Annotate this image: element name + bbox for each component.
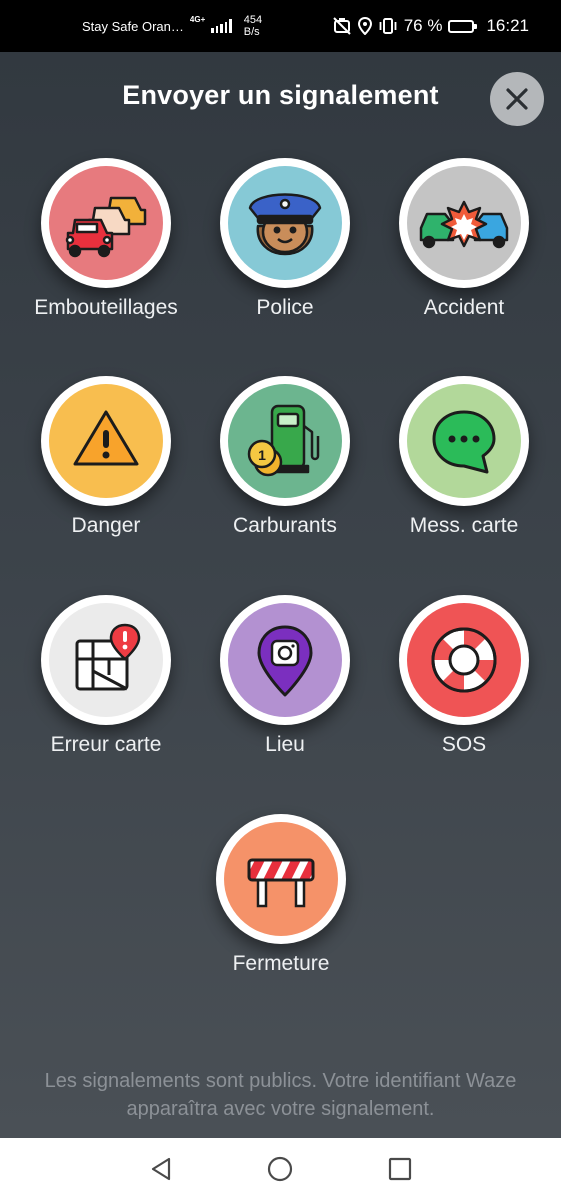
system-nav-bar bbox=[0, 1138, 561, 1200]
hazard-disc bbox=[49, 384, 163, 498]
home-button[interactable] bbox=[265, 1154, 295, 1184]
report-panel: Envoyer un signalement Embouteillages Po… bbox=[0, 52, 561, 1138]
report-hazard[interactable]: Danger bbox=[16, 376, 196, 576]
report-police[interactable]: Police bbox=[195, 158, 375, 358]
status-right: 76 % 16:21 bbox=[332, 16, 529, 36]
map-error-button[interactable] bbox=[41, 595, 171, 725]
report-label-road-closure: Fermeture bbox=[232, 952, 330, 975]
sos-disc bbox=[407, 603, 521, 717]
map-chat-disc bbox=[407, 384, 521, 498]
road-closure-button[interactable] bbox=[216, 814, 346, 944]
fuel-button[interactable]: 1 bbox=[220, 376, 350, 506]
sos-button[interactable] bbox=[399, 595, 529, 725]
battery-percent: 76 % bbox=[403, 16, 443, 35]
police-disc bbox=[228, 166, 342, 280]
police-icon bbox=[248, 193, 322, 256]
fuel-disc: 1 bbox=[228, 384, 342, 498]
place-icon bbox=[257, 625, 313, 697]
status-bar: Stay Safe Oran… 4G+ 454 B/s 76 % 16:21 bbox=[0, 0, 561, 52]
map-chat-icon bbox=[432, 410, 496, 474]
recents-icon bbox=[388, 1157, 412, 1181]
back-icon bbox=[151, 1157, 171, 1181]
report-map-chat[interactable]: Mess. carte bbox=[374, 376, 554, 576]
road-closure-icon bbox=[247, 858, 315, 908]
report-sos[interactable]: SOS bbox=[374, 595, 554, 795]
police-button[interactable] bbox=[220, 158, 350, 288]
network-type: 4G+ bbox=[189, 15, 206, 24]
clock: 16:21 bbox=[486, 16, 529, 35]
status-left: Stay Safe Oran… 4G+ 454 B/s bbox=[82, 14, 262, 38]
close-button[interactable] bbox=[490, 72, 544, 126]
carrier-name: Stay Safe Oran… bbox=[82, 18, 184, 34]
svg-text:1: 1 bbox=[258, 447, 266, 463]
speed-value: 454 bbox=[243, 14, 263, 26]
hazard-button[interactable] bbox=[41, 376, 171, 506]
report-fuel[interactable]: 1 Carburants bbox=[195, 376, 375, 576]
recents-button[interactable] bbox=[385, 1154, 415, 1184]
accident-disc bbox=[407, 166, 521, 280]
road-closure-disc bbox=[224, 822, 338, 936]
report-label-sos: SOS bbox=[441, 733, 487, 756]
vibrate-icon bbox=[379, 18, 397, 34]
home-icon bbox=[267, 1156, 293, 1182]
traffic-jam-button[interactable] bbox=[41, 158, 171, 288]
map-chat-button[interactable] bbox=[399, 376, 529, 506]
fuel-icon: 1 bbox=[247, 404, 320, 477]
accident-button[interactable] bbox=[399, 158, 529, 288]
report-label-accident: Accident bbox=[423, 296, 505, 319]
map-error-disc bbox=[49, 603, 163, 717]
sos-icon bbox=[431, 627, 497, 693]
report-accident[interactable]: Accident bbox=[374, 158, 554, 358]
report-map-error[interactable]: Erreur carte bbox=[16, 595, 196, 795]
traffic-jam-icon bbox=[65, 196, 147, 258]
map-error-icon bbox=[75, 623, 141, 691]
network-speed: 454 B/s bbox=[244, 14, 262, 38]
speed-unit: B/s bbox=[243, 26, 260, 38]
report-label-map-chat: Mess. carte bbox=[409, 514, 519, 537]
no-sim-icon bbox=[332, 17, 351, 35]
accident-icon bbox=[419, 200, 509, 249]
close-icon bbox=[506, 88, 528, 110]
page-title: Envoyer un signalement bbox=[122, 80, 439, 110]
location-icon bbox=[357, 17, 372, 35]
report-place[interactable]: Lieu bbox=[195, 595, 375, 795]
battery-icon bbox=[448, 19, 478, 33]
signal-icon bbox=[211, 19, 232, 33]
back-button[interactable] bbox=[146, 1154, 176, 1184]
hazard-icon bbox=[73, 410, 139, 466]
report-traffic-jam[interactable]: Embouteillages bbox=[16, 158, 196, 358]
place-disc bbox=[228, 603, 342, 717]
traffic-jam-disc bbox=[49, 166, 163, 280]
public-notice: Les signalements sont publics. Votre ide… bbox=[44, 1070, 517, 1120]
place-button[interactable] bbox=[220, 595, 350, 725]
report-road-closure[interactable]: Fermeture bbox=[191, 814, 371, 1014]
